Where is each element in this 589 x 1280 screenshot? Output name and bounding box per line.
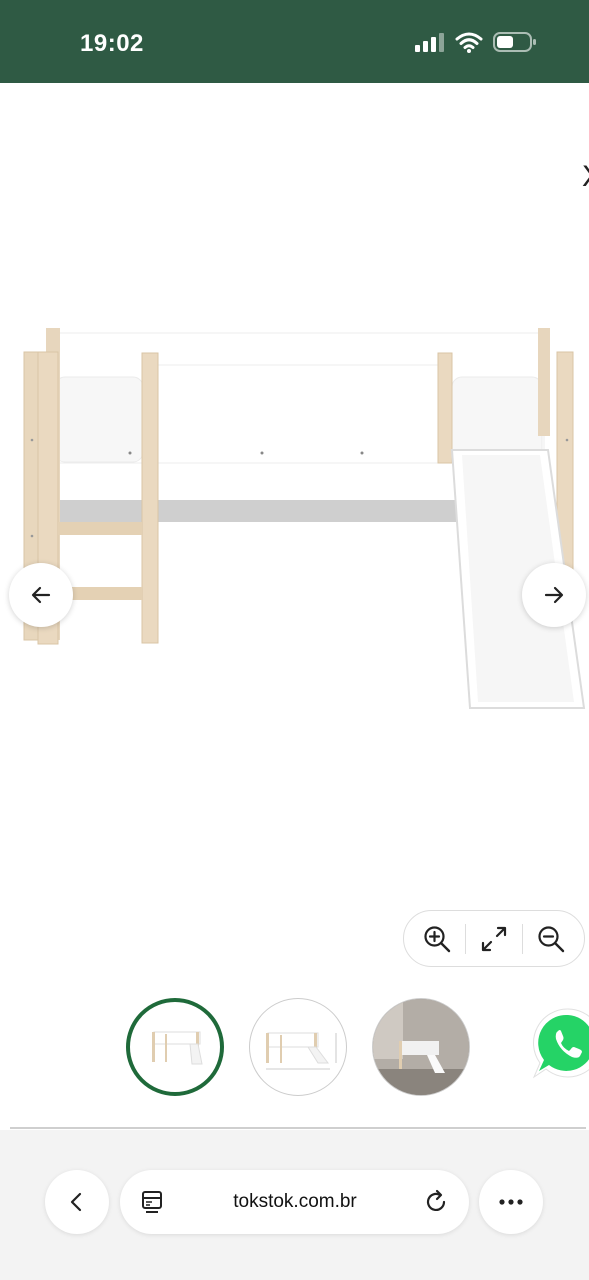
previous-image-button[interactable]	[9, 563, 73, 627]
thumbnail-2[interactable]	[249, 998, 347, 1096]
wifi-icon	[455, 32, 483, 53]
zoom-separator	[522, 923, 523, 954]
whatsapp-button[interactable]	[528, 1003, 589, 1087]
zoom-separator	[465, 923, 466, 954]
cellular-signal-icon	[415, 33, 444, 52]
url-text[interactable]: tokstok.com.br	[180, 1191, 410, 1213]
arrow-right-icon	[544, 586, 564, 604]
zoom-controls	[403, 910, 585, 967]
close-icon[interactable]: X	[582, 162, 589, 192]
product-image[interactable]	[0, 300, 589, 730]
browser-back-button[interactable]	[45, 1170, 109, 1234]
status-icons	[415, 31, 537, 53]
chevron-left-icon	[70, 1192, 82, 1212]
status-time: 19:02	[80, 30, 144, 57]
fullscreen-icon	[481, 926, 507, 951]
thumbnail-1[interactable]	[126, 998, 224, 1096]
more-options-button[interactable]	[479, 1170, 543, 1234]
reader-icon[interactable]	[140, 1190, 164, 1214]
thumbnail-image	[373, 999, 469, 1095]
fullscreen-button[interactable]	[472, 917, 516, 961]
next-image-button[interactable]	[522, 563, 586, 627]
battery-icon	[493, 32, 536, 52]
reload-icon[interactable]	[423, 1189, 449, 1215]
thumbnail-image	[266, 1032, 337, 1070]
address-bar[interactable]: tokstok.com.br	[120, 1170, 469, 1234]
arrow-left-icon	[31, 586, 51, 604]
zoom-out-icon	[538, 925, 565, 952]
more-dots-icon	[499, 1199, 523, 1205]
zoom-in-button[interactable]	[415, 917, 459, 961]
thumbnail-3[interactable]	[372, 998, 470, 1096]
thumbnail-image	[152, 1031, 203, 1065]
zoom-in-icon	[424, 925, 451, 952]
divider	[10, 1127, 586, 1129]
whatsapp-icon	[532, 1008, 589, 1079]
zoom-out-button[interactable]	[529, 917, 573, 961]
status-bar: 19:02	[0, 0, 589, 83]
